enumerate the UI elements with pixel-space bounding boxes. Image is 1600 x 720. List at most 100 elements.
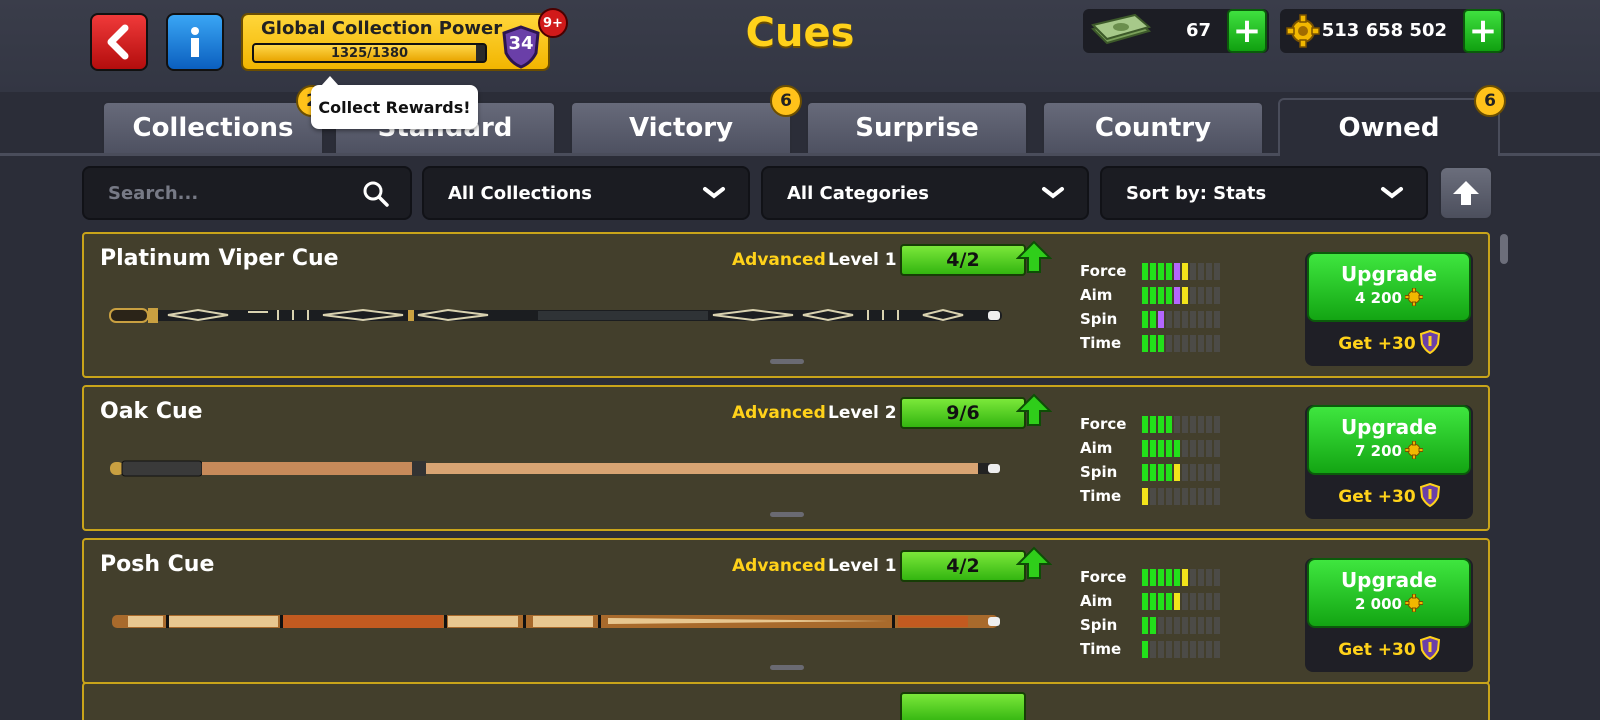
stat-segment [1190, 287, 1196, 304]
stat-segment [1198, 593, 1204, 610]
cue-card-platinum-viper[interactable]: Platinum Viper Cue Advanced Level 1 4/2 … [82, 232, 1490, 378]
stat-segment [1174, 311, 1180, 328]
stat-segment [1198, 569, 1204, 586]
level-up-arrow-icon [1016, 393, 1052, 426]
collection-dropdown[interactable]: All Collections [422, 166, 750, 220]
stat-segment [1214, 263, 1220, 280]
search-field[interactable]: Search... [82, 166, 412, 220]
chevron-down-icon [1381, 187, 1403, 199]
global-collection-power[interactable]: Global Collection Power 1325/1380 34 [241, 13, 550, 71]
search-icon[interactable] [362, 180, 390, 208]
get-bonus-button[interactable]: Get +30 [1305, 483, 1473, 507]
upgrade-cost: 2 000 [1309, 594, 1469, 613]
cue-name: Platinum Viper Cue [100, 246, 339, 271]
stat-segment [1214, 311, 1220, 328]
stat-segment [1158, 641, 1164, 658]
tab-collections[interactable]: Collections [102, 101, 324, 153]
tab-surprise[interactable]: Surprise [806, 101, 1028, 153]
stat-segment [1150, 311, 1156, 328]
get-bonus-button[interactable]: Get +30 [1305, 330, 1473, 354]
stat-segment [1150, 263, 1156, 280]
stat-bar-time [1142, 488, 1220, 505]
add-coins-button[interactable]: + [1463, 9, 1503, 53]
stat-segment [1198, 641, 1204, 658]
stat-label: Aim [1080, 592, 1113, 610]
cue-card-posh[interactable]: Posh Cue Advanced Level 1 4/2 Force Aim Sp… [82, 538, 1490, 684]
stat-segment [1142, 569, 1148, 586]
notification-badge: 9+ [538, 8, 568, 38]
info-button[interactable] [166, 13, 224, 71]
stat-label: Spin [1080, 463, 1118, 481]
stat-segment [1142, 287, 1148, 304]
card-drag-handle[interactable] [770, 512, 804, 517]
list-scrollbar[interactable] [1500, 234, 1508, 264]
stat-bar-time [1142, 641, 1220, 658]
stat-bar-force [1142, 416, 1220, 433]
upgrade-button[interactable]: Upgrade 7 200 [1307, 405, 1471, 475]
back-button[interactable] [90, 13, 148, 71]
stat-label: Force [1080, 568, 1127, 586]
tab-owned[interactable]: Owned [1278, 98, 1500, 156]
coin-gear-icon [1404, 594, 1423, 612]
stat-label: Time [1080, 487, 1122, 505]
stat-label: Force [1080, 262, 1127, 280]
get-bonus-button[interactable]: Get +30 [1305, 636, 1473, 660]
upgrade-panel: Upgrade 2 000 Get +30 [1305, 558, 1473, 672]
chevron-down-icon [703, 187, 725, 199]
stat-segment [1150, 569, 1156, 586]
chevron-left-icon [107, 24, 129, 60]
tab-label: Victory [628, 113, 734, 143]
upgrade-button[interactable]: Upgrade 4 200 [1307, 252, 1471, 322]
stat-segment [1198, 416, 1204, 433]
coin-gear-icon [1286, 14, 1320, 48]
stat-segment [1190, 488, 1196, 505]
stat-segment [1174, 464, 1180, 481]
stat-segment [1166, 617, 1172, 634]
stat-segment [1190, 335, 1196, 352]
stat-segment [1142, 617, 1148, 634]
stat-segment [1166, 440, 1172, 457]
stat-segment [1150, 416, 1156, 433]
stat-segment [1190, 263, 1196, 280]
tab-country[interactable]: Country [1042, 101, 1264, 153]
stat-segment [1158, 416, 1164, 433]
sort-direction-button[interactable] [1439, 166, 1493, 220]
upgrade-panel: Upgrade 4 200 Get +30 [1305, 252, 1473, 366]
stat-segment [1206, 569, 1212, 586]
stat-segment [1166, 488, 1172, 505]
stat-segment [1142, 641, 1148, 658]
tab-victory[interactable]: Victory [570, 101, 792, 153]
stat-segment [1150, 335, 1156, 352]
sort-dropdown[interactable]: Sort by: Stats [1100, 166, 1428, 220]
upgrade-label: Upgrade [1340, 568, 1438, 592]
card-drag-handle[interactable] [770, 359, 804, 364]
stat-segment [1158, 311, 1164, 328]
upgrade-label: Upgrade [1340, 262, 1438, 286]
stat-segment [1150, 464, 1156, 481]
category-dropdown-value: All Categories [787, 182, 929, 204]
cue-card-partial[interactable] [82, 682, 1490, 720]
cue-card-oak[interactable]: Oak Cue Advanced Level 2 9/6 Force Aim Spi… [82, 385, 1490, 531]
card-drag-handle[interactable] [770, 665, 804, 670]
upgrade-label: Upgrade [1340, 415, 1438, 439]
add-cash-button[interactable]: + [1227, 9, 1267, 53]
coin-gear-icon [1404, 441, 1423, 459]
stat-segment [1174, 263, 1180, 280]
stat-segment [1182, 464, 1188, 481]
stat-bar-spin [1142, 311, 1220, 328]
cash-value: 67 [1185, 20, 1211, 41]
stat-segment [1190, 440, 1196, 457]
stat-segment [1150, 488, 1156, 505]
upgrade-button[interactable]: Upgrade 2 000 [1307, 558, 1471, 628]
coin-value: 513 658 502 [1321, 20, 1447, 41]
stat-label: Time [1080, 334, 1122, 352]
stat-label: Aim [1080, 286, 1113, 304]
category-dropdown[interactable]: All Categories [761, 166, 1089, 220]
stat-segment [1198, 335, 1204, 352]
stat-segment [1174, 617, 1180, 634]
collect-rewards-tooltip[interactable]: Collect Rewards! [311, 76, 478, 129]
stat-bar-time [1142, 335, 1220, 352]
sort-dropdown-value: Sort by: Stats [1126, 182, 1267, 204]
stat-segment [1166, 569, 1172, 586]
stat-segment [1206, 440, 1212, 457]
